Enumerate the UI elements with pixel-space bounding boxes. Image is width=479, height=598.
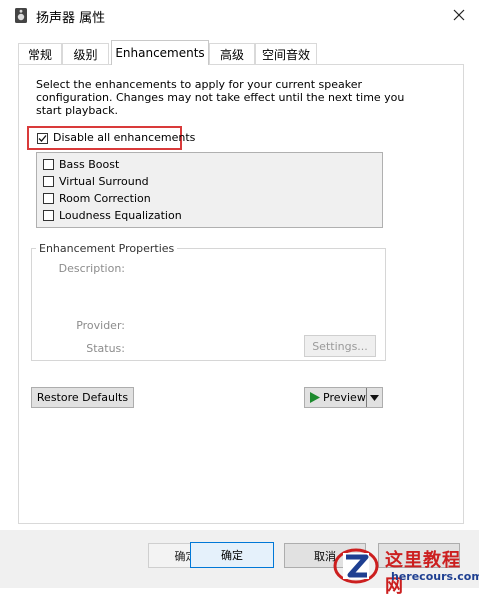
watermark-url: herecours.com xyxy=(391,570,479,583)
close-button[interactable] xyxy=(444,2,474,28)
settings-button[interactable]: Settings... xyxy=(304,335,376,357)
tab-advanced[interactable]: 高级 xyxy=(209,43,255,64)
tab-general[interactable]: 常规 xyxy=(18,43,62,64)
chevron-down-icon xyxy=(370,394,379,401)
tab-strip: 常规 级别 Enhancements 高级 空间音效 xyxy=(0,40,479,66)
enhancements-list: Bass Boost Virtual Surround Room Correct… xyxy=(36,152,383,228)
close-icon xyxy=(453,9,465,21)
tab-levels[interactable]: 级别 xyxy=(62,43,109,64)
enhancement-item-bass-boost[interactable]: Bass Boost xyxy=(43,156,119,173)
ok-button[interactable]: 确定 xyxy=(190,542,274,568)
disable-all-checkbox[interactable] xyxy=(37,133,48,144)
checkmark-icon xyxy=(38,135,47,142)
list-item-label: Loudness Equalization xyxy=(59,209,182,222)
list-item-label: Virtual Surround xyxy=(59,175,149,188)
checkbox[interactable] xyxy=(43,210,54,221)
list-item-label: Room Correction xyxy=(59,192,151,205)
restore-defaults-button[interactable]: Restore Defaults xyxy=(31,387,134,408)
list-item-label: Bass Boost xyxy=(59,158,120,171)
window-title: 扬声器 属性 xyxy=(36,11,106,26)
tab-spatial-sound[interactable]: 空间音效 xyxy=(255,43,317,64)
tab-enhancements[interactable]: Enhancements xyxy=(111,40,209,65)
disable-all-label[interactable]: Disable all enhancements xyxy=(53,131,195,144)
status-label: Status: xyxy=(86,342,125,355)
enhancement-properties-title: Enhancement Properties xyxy=(36,242,178,255)
enhancement-item-loudness-equalization[interactable]: Loudness Equalization xyxy=(43,207,182,224)
description-label: Description: xyxy=(58,262,125,275)
provider-label: Provider: xyxy=(76,319,125,332)
checkbox[interactable] xyxy=(43,159,54,170)
watermark-logo-icon xyxy=(333,545,379,585)
preview-button[interactable]: Preview xyxy=(304,387,383,408)
enhancement-item-room-correction[interactable]: Room Correction xyxy=(43,190,151,207)
play-icon xyxy=(310,392,320,403)
speaker-app-icon xyxy=(14,7,28,24)
preview-label: Preview xyxy=(323,391,366,404)
instructions-text: Select the enhancements to apply for you… xyxy=(36,78,405,117)
enhancement-item-virtual-surround[interactable]: Virtual Surround xyxy=(43,173,149,190)
checkbox[interactable] xyxy=(43,193,54,204)
checkbox[interactable] xyxy=(43,176,54,187)
preview-dropdown[interactable] xyxy=(366,388,382,407)
